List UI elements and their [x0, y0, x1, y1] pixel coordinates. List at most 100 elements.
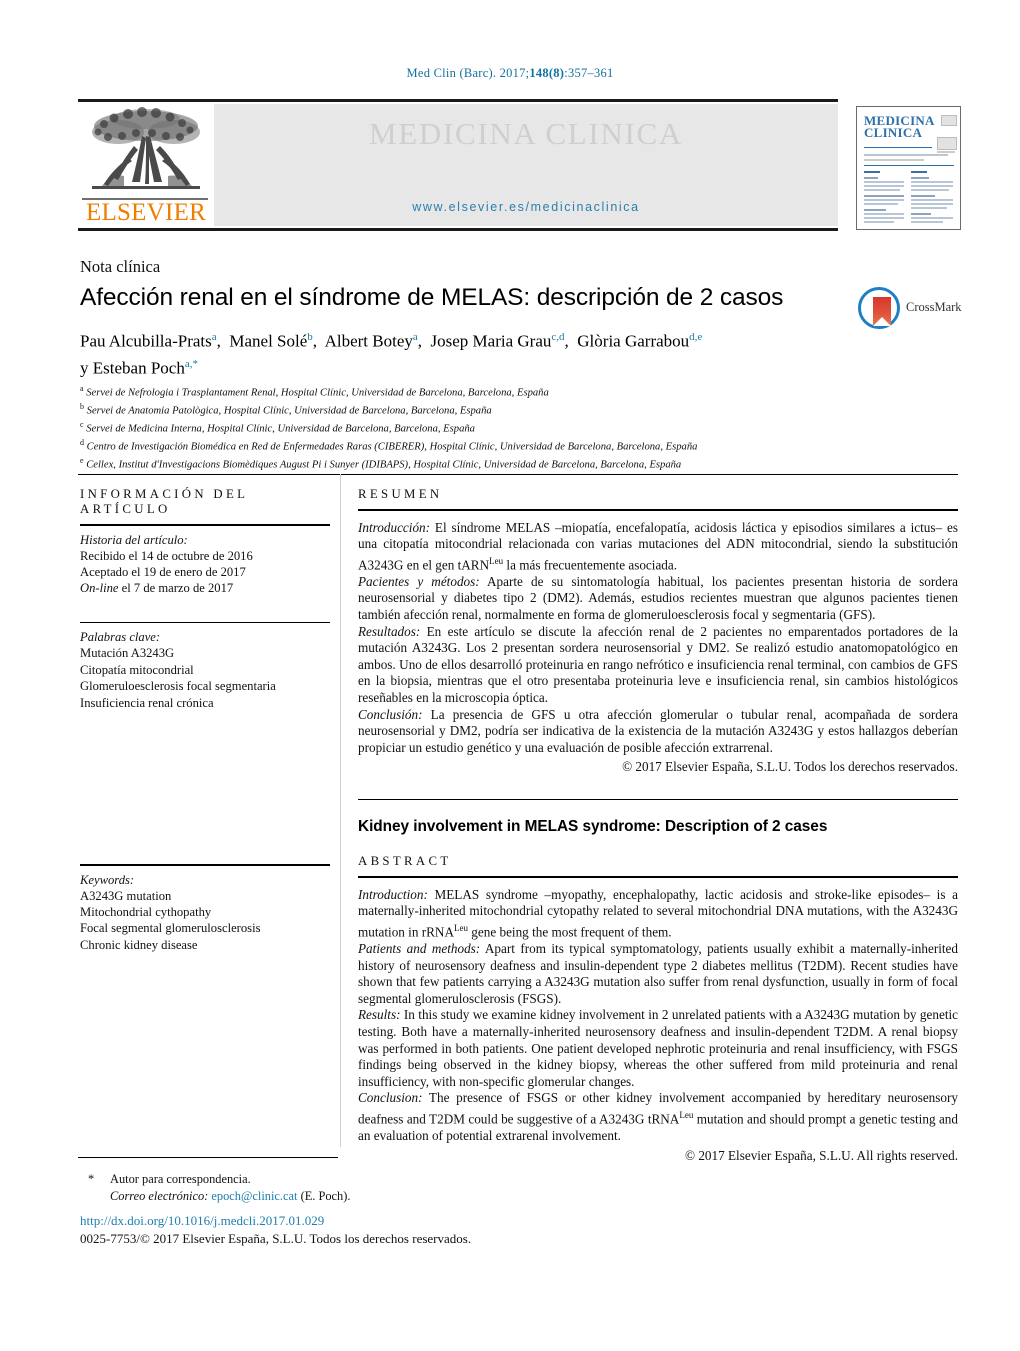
affiliation-item: e Cellex, Institut d'Investigacions Biom… [80, 455, 682, 471]
page-title: Afección renal en el síndrome de MELAS: … [80, 284, 784, 311]
abstract-section-label: Introduction: [358, 886, 428, 902]
abstract-heading: ABSTRACT [358, 854, 452, 869]
crossmark-label: CrossMark [906, 300, 962, 314]
running-head-prefix: Med Clin (Barc). 2017; [406, 66, 530, 80]
running-head-volume: 148(8) [529, 66, 565, 80]
abstract-section: Introducción: El síndrome MELAS –miopatí… [358, 519, 958, 573]
doi-link[interactable]: http://dx.doi.org/10.1016/j.medcli.2017.… [80, 1213, 324, 1229]
keyword-en-item: Chronic kidney disease [80, 937, 198, 952]
abstract-section: Results: In this study we examine kidney… [358, 1007, 958, 1089]
journal-title: MEDICINA CLINICA [368, 116, 683, 151]
abstract-copyright: © 2017 Elsevier España, S.L.U. All right… [685, 1147, 958, 1163]
resumen-heading: RESUMEN [358, 487, 443, 501]
keywords-en-column: Keywords: A3243G mutation Mitochondrial … [80, 864, 330, 953]
footnote-star: * [88, 1172, 95, 1186]
resumen-body: Introducción: El síndrome MELAS –miopatí… [358, 520, 958, 757]
running-head: Med Clin (Barc). 2017;148(8):357–361 [0, 66, 1020, 81]
abstract-section-label: Pacientes y métodos: [358, 573, 480, 589]
keywords-en-label: Keywords: [80, 872, 135, 887]
abstract-section-label: Conclusion: [358, 1090, 423, 1106]
history-received: Recibido el 14 de octubre de 2016 [80, 548, 253, 563]
history-online: On-line el 7 de marzo de 2017 [80, 580, 330, 596]
article-type: Nota clínica [80, 257, 161, 276]
keyword-es-item: Insuficiencia renal crónica [80, 695, 214, 710]
abstract-section-label: Introducción: [358, 519, 431, 535]
affiliation-item: c Servei de Medicina Interna, Hospital C… [80, 419, 475, 435]
keyword-es-item: Citopatía mitocondrial [80, 662, 194, 677]
journal-url[interactable]: www.elsevier.es/medicinaclinica [214, 200, 838, 214]
masthead: ELSEVIER MEDICINA CLINICA www.elsevier.e… [78, 104, 838, 226]
abstract-section: Pacientes y métodos: Aparte de su sintom… [358, 573, 958, 622]
author-affil-marker: a [412, 331, 418, 343]
author-affil-marker: b [307, 331, 313, 343]
info-top-rule [78, 474, 958, 475]
corresponding-author-text: Autor para correspondencia. [110, 1172, 251, 1186]
abstract-section-label: Results: [358, 1007, 401, 1023]
corresponding-author-note: * Autor para correspondencia. Correo ele… [88, 1171, 648, 1204]
journal-band: MEDICINA CLINICA www.elsevier.es/medicin… [214, 104, 838, 226]
author-name: Esteban Poch [92, 358, 185, 378]
abstract-section: Patients and methods: Apart from its typ… [358, 941, 958, 1006]
keyword-es-item: Mutación A3243G [80, 646, 175, 661]
author-list: Pau Alcubilla-Pratsa, Manel Soléb, Alber… [80, 331, 703, 378]
author-affil-marker: a,* [184, 357, 198, 370]
cover-masthead-line2: CLINICA [864, 125, 923, 140]
abstract-superscript: Leu [489, 555, 504, 566]
keywords-es-label: Palabras clave: [80, 630, 161, 645]
email-owner: (E. Poch). [297, 1188, 351, 1203]
elsevier-tree-icon [92, 107, 200, 189]
author-name: Josep Maria Grau [430, 331, 552, 351]
elsevier-logo: ELSEVIER [78, 104, 214, 226]
keywords-en-rule [80, 864, 330, 866]
column-separator [340, 474, 341, 1147]
crossmark-icon [858, 287, 900, 329]
abstract-section: Conclusion: The presence of FSGS or othe… [358, 1090, 958, 1143]
affiliation-marker: b [80, 401, 84, 411]
email-link[interactable]: epoch@clinic.cat [211, 1189, 297, 1203]
article-info-column: INFORMACIÓN DEL ARTÍCULO Historia del ar… [80, 487, 330, 711]
resumen-rule [358, 509, 958, 511]
affiliation-item: d Centro de Investigación Biomédica en R… [80, 437, 698, 453]
abstract-rule [358, 876, 958, 878]
abstract-superscript: Leu [453, 923, 468, 934]
author-name: Manel Solé [229, 331, 308, 351]
affiliation-marker: e [80, 455, 84, 465]
keyword-es-item: Glomeruloesclerosis focal segmentaria [80, 679, 276, 694]
footer-rule [78, 1157, 338, 1158]
crossmark-badge[interactable]: CrossMark [858, 286, 962, 332]
masthead-top-rule [78, 99, 838, 102]
elsevier-wordmark: ELSEVIER [85, 199, 207, 226]
abstract-section: Introduction: MELAS syndrome –myopathy, … [358, 886, 958, 940]
abstract-section-label: Patients and methods: [358, 941, 481, 957]
abstract-section: Resultados: En este artículo se discute … [358, 623, 958, 705]
author-name: Glòria Garrabou [577, 331, 690, 351]
affiliation-marker: a [80, 384, 84, 393]
author-name: Pau Alcubilla-Prats [80, 331, 212, 351]
email-line: Correo electrónico: epoch@clinic.cat (E.… [110, 1188, 648, 1205]
affiliation-item: a Servei de Nefrologia i Trasplantament … [80, 384, 549, 399]
keyword-en-item: Focal segmental glomerulosclerosis [80, 921, 261, 936]
article-page: Med Clin (Barc). 2017;148(8):357–361 ELS… [0, 0, 1020, 1351]
info-rule-1 [80, 524, 330, 526]
author-affil-marker: d,e [689, 331, 703, 343]
author-affil-marker: a [211, 331, 217, 343]
affiliation-item: b Servei de Anatomia Patològica, Hospita… [80, 401, 492, 417]
author-affil-marker: c,d [551, 331, 565, 343]
keyword-en-item: Mitochondrial cythopathy [80, 905, 212, 919]
keyword-en-item: A3243G mutation [80, 888, 172, 903]
history-online-rest: el 7 de marzo de 2017 [118, 581, 234, 596]
affiliation-list: a Servei de Nefrologia i Trasplantament … [80, 382, 880, 472]
affiliation-marker: c [80, 419, 84, 429]
abstract-section: Conclusión: La presencia de GFS u otra a… [358, 706, 958, 755]
history-accepted: Aceptado el 19 de enero de 2017 [80, 565, 246, 579]
resumen-copyright: © 2017 Elsevier España, S.L.U. Todos los… [622, 759, 958, 775]
running-head-suffix: :357–361 [564, 66, 614, 80]
english-title: Kidney involvement in MELAS syndrome: De… [358, 818, 828, 836]
masthead-bottom-rule [78, 228, 838, 231]
cover-masthead: MEDICINA CLINICA [864, 114, 935, 140]
abstract-column: RESUMEN Introducción: El síndrome MELAS … [358, 487, 958, 1164]
affiliation-marker: d [80, 437, 84, 447]
info-heading: INFORMACIÓN DEL ARTÍCULO [80, 487, 248, 516]
issn-copyright-line: 0025-7753/© 2017 Elsevier España, S.L.U.… [80, 1231, 472, 1246]
history-label: Historia del artículo: [80, 532, 188, 547]
